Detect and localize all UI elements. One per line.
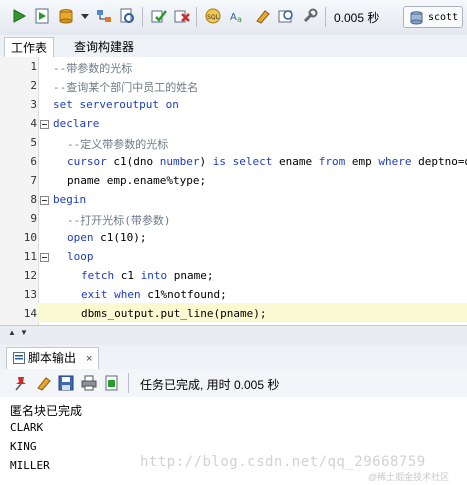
line-number: 2	[30, 79, 37, 92]
explain-plan-icon[interactable]	[96, 8, 112, 24]
output-line: CLARK	[10, 421, 44, 434]
line-number: 1	[30, 60, 37, 73]
database-icon[interactable]	[58, 8, 74, 24]
code-line: dbms_output.put_line(pname);	[81, 307, 267, 320]
panel-splitter[interactable]: ▲ ▼	[0, 325, 467, 347]
code-line: --查询某个部门中员工的姓名	[53, 81, 199, 94]
commit-icon[interactable]	[151, 8, 167, 24]
code-line: --打开光标(带参数)	[67, 214, 171, 227]
tools-wrench-icon[interactable]	[302, 8, 318, 24]
fold-toggle-icon[interactable]	[40, 196, 49, 205]
svg-text:SQL: SQL	[207, 14, 220, 21]
line-number: 3	[30, 98, 37, 111]
code-line: begin	[53, 193, 87, 206]
sql-editor[interactable]: 1 2 3 4 5 6 7 8 9 10 11 12 13 14 --带参数的光…	[0, 57, 467, 325]
svg-text:a: a	[237, 15, 242, 24]
svg-text:A: A	[230, 12, 237, 23]
output-line: 匿名块已完成	[10, 404, 83, 418]
line-number: 4	[30, 117, 37, 130]
connection-selector[interactable]: scott	[403, 6, 463, 28]
code-line: --定义带参数的光标	[67, 138, 169, 151]
line-number: 8	[30, 193, 37, 206]
script-output-icon	[13, 352, 25, 364]
code-line: --带参数的光标	[53, 62, 133, 75]
document-icon[interactable]	[104, 375, 120, 391]
line-number: 6	[30, 155, 37, 168]
worksheet-tabs: 工作表 查询构建器	[0, 35, 467, 58]
fold-toggle-icon[interactable]	[40, 120, 49, 129]
code-line: cursor c1(dno number) is select ename fr…	[67, 155, 467, 168]
close-tab-icon[interactable]: ×	[86, 353, 92, 365]
fold-toggle-icon[interactable]	[40, 253, 49, 262]
line-number: 7	[30, 174, 37, 187]
code-line: exit when c1%notfound;	[81, 288, 227, 301]
clear-eraser-icon[interactable]	[254, 8, 270, 24]
collapse-down-icon[interactable]: ▼	[20, 328, 28, 337]
output-tab-bar: 脚本输出 ×	[0, 345, 467, 370]
output-line: MILLER	[10, 459, 50, 472]
line-number: 13	[23, 288, 37, 301]
tab-query-builder[interactable]: 查询构建器	[68, 37, 140, 57]
line-number: 12	[23, 269, 37, 282]
rollback-icon[interactable]	[174, 8, 190, 24]
code-line: open c1(10);	[67, 231, 147, 244]
pin-icon[interactable]	[12, 375, 28, 391]
sql-history-icon[interactable]: SQL	[205, 8, 221, 24]
collapse-up-icon[interactable]: ▲	[8, 328, 16, 337]
line-number: 11	[23, 250, 37, 263]
line-number: 10	[23, 231, 37, 244]
print-icon[interactable]	[81, 375, 97, 391]
output-line: KING	[10, 440, 37, 453]
toolbar: SQL Aa 0.005 秒 scott	[0, 0, 467, 36]
watermark-community: @稀土掘金技术社区	[368, 472, 450, 482]
connection-icon	[410, 11, 423, 25]
tab-script-output[interactable]: 脚本输出 ×	[6, 347, 100, 369]
sql-tuning-icon[interactable]	[278, 8, 294, 24]
code-line: pname emp.ename%type;	[67, 174, 207, 187]
line-number: 5	[30, 136, 37, 149]
tab-label: 脚本输出	[28, 351, 77, 365]
code-line: declare	[53, 117, 100, 130]
execution-time: 0.005 秒	[334, 11, 380, 25]
task-status: 任务已完成, 用时 0.005 秒	[140, 378, 280, 392]
line-number: 9	[30, 212, 37, 225]
code-line: loop	[67, 250, 94, 263]
save-icon[interactable]	[58, 375, 74, 391]
code-line: fetch c1 into pname;	[81, 269, 214, 282]
tab-worksheet[interactable]: 工作表	[4, 37, 55, 58]
run-script-icon[interactable]	[34, 8, 50, 24]
code-line: set serveroutput on	[53, 98, 179, 111]
watermark-url: http://blog.csdn.net/qq_29668759	[140, 454, 426, 470]
clear-output-icon[interactable]	[35, 375, 51, 391]
autotrace-icon[interactable]	[119, 8, 135, 24]
output-toolbar: 任务已完成, 用时 0.005 秒	[0, 369, 467, 398]
line-number: 14	[23, 307, 37, 320]
connection-name: scott	[428, 12, 459, 23]
case-toggle-icon[interactable]: Aa	[229, 8, 245, 24]
dropdown-arrow-icon[interactable]	[80, 8, 90, 24]
run-statement-icon[interactable]	[11, 8, 27, 24]
